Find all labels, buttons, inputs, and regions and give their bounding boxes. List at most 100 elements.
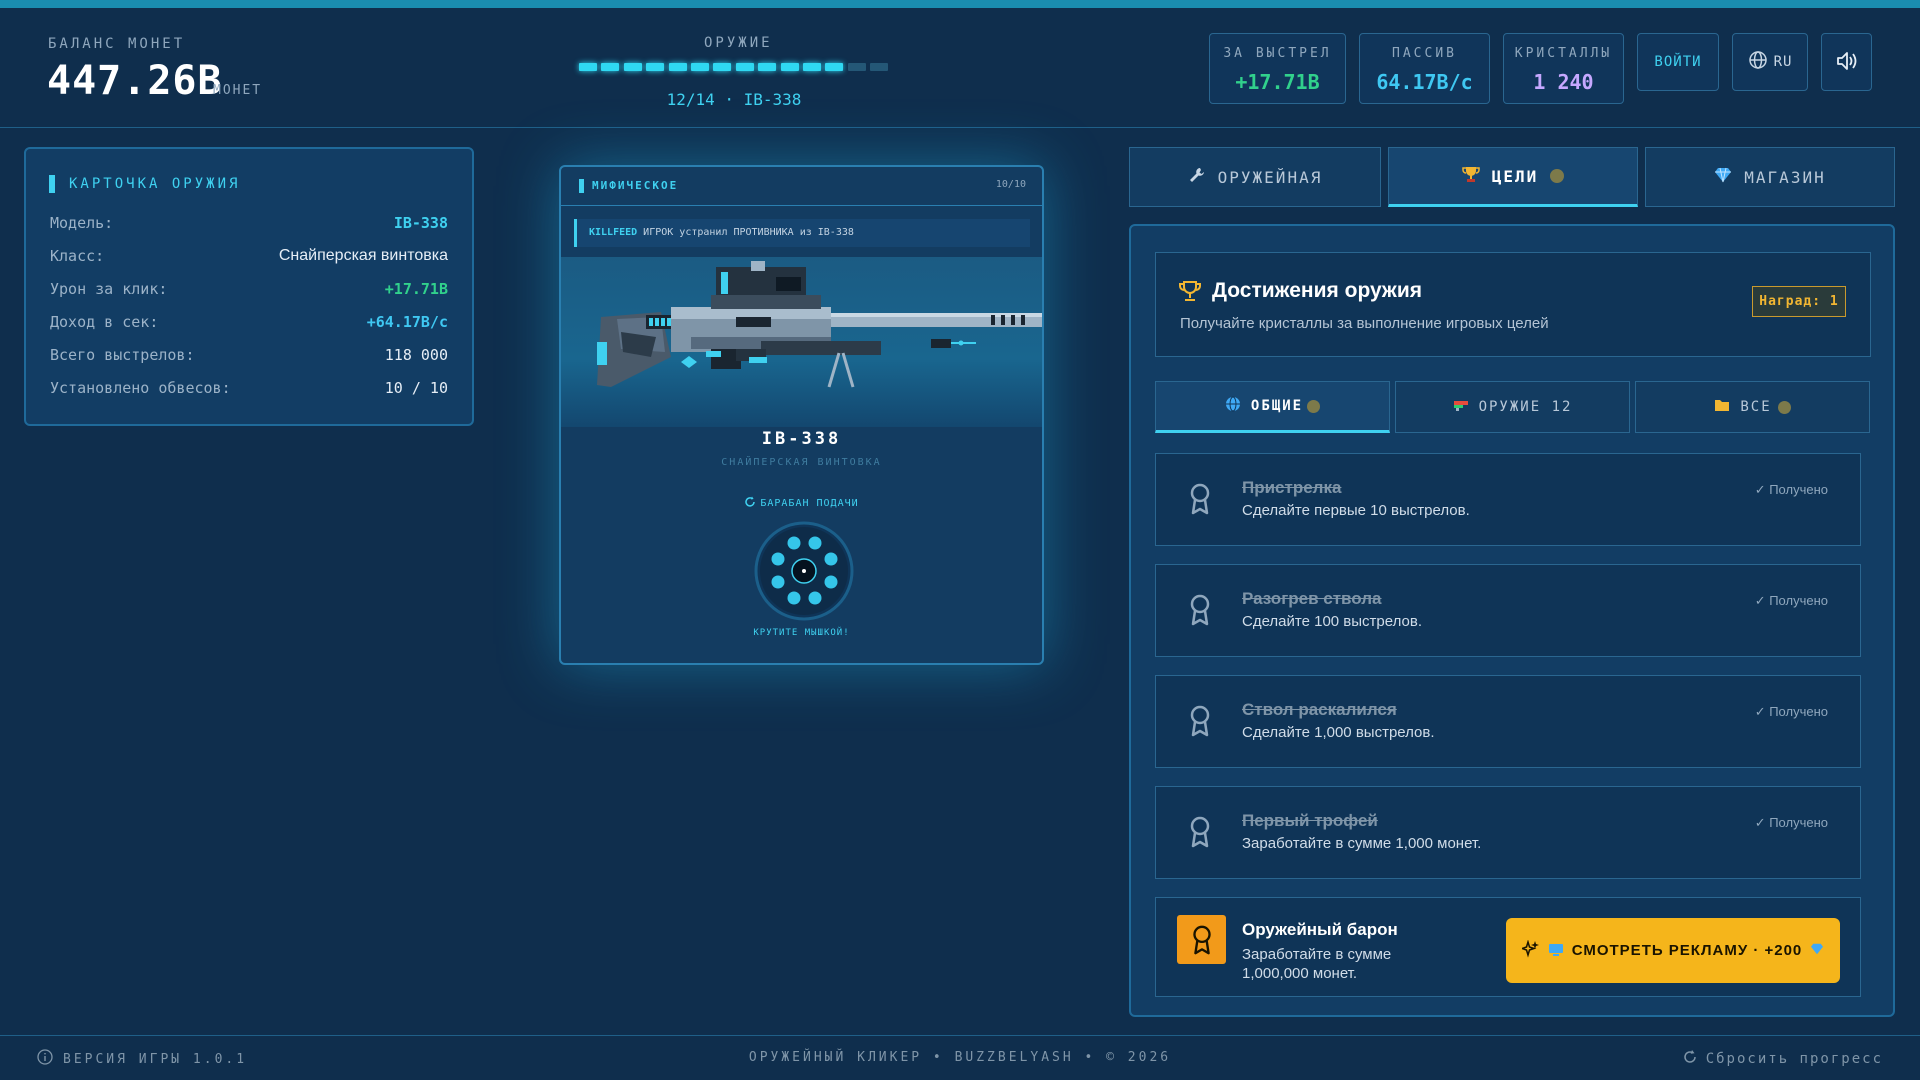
language-label: RU bbox=[1773, 54, 1793, 70]
notification-dot bbox=[1550, 169, 1565, 183]
progress-segment bbox=[803, 63, 821, 71]
subtab-general[interactable]: ОБЩИЕ bbox=[1155, 381, 1390, 433]
login-button[interactable]: ВОЙТИ bbox=[1637, 33, 1719, 91]
achievement-desc: Заработайте в сумме 1,000 монет. bbox=[1242, 835, 1482, 852]
achievement-item-locked: Оружейный барон Заработайте в сумме 1,00… bbox=[1155, 897, 1861, 997]
card-row-value: 10 / 10 bbox=[384, 379, 448, 397]
reset-label: Сбросить прогресс bbox=[1705, 1051, 1883, 1067]
stat-value: 1 240 bbox=[1533, 70, 1594, 94]
achievement-desc: Сделайте 100 выстрелов. bbox=[1242, 613, 1423, 630]
card-row-income: Доход в сек: +64.17B/с bbox=[50, 313, 448, 335]
trophy-icon bbox=[1461, 165, 1480, 187]
progress-segment bbox=[735, 63, 754, 71]
stat-label: ЗА ВЫСТРЕЛ bbox=[1223, 46, 1332, 61]
globe-icon bbox=[1748, 50, 1768, 74]
balance-label: БАЛАНС МОНЕТ bbox=[48, 36, 186, 52]
footer: ВЕРСИЯ ИГРЫ 1.0.1 ОРУЖЕЙНЫЙ КЛИКЕР • BUZ… bbox=[0, 1035, 1920, 1080]
check-icon: ✓ bbox=[1754, 815, 1770, 830]
gun-icon bbox=[1453, 399, 1469, 415]
card-row-key: Урон за клик: bbox=[50, 280, 168, 298]
sniper-rifle-icon bbox=[597, 261, 1042, 388]
card-row-key: Установлено обвесов: bbox=[50, 379, 231, 397]
watch-ad-label: СМОТРЕТЬ РЕКЛАМУ · +200 bbox=[1571, 942, 1803, 959]
check-icon: ✓ bbox=[1754, 482, 1770, 497]
progress-segment bbox=[758, 63, 777, 71]
stat-label: ПАССИВ bbox=[1392, 46, 1457, 61]
card-row-attachments: Установлено обвесов: 10 / 10 bbox=[50, 379, 448, 401]
achievement-title: Ствол раскалился bbox=[1242, 700, 1397, 719]
achievement-desc: Заработайте в сумме 1,000,000 монет. bbox=[1242, 946, 1392, 982]
divider bbox=[561, 205, 1042, 206]
check-icon: ✓ bbox=[1754, 593, 1770, 608]
folder-icon bbox=[1714, 398, 1730, 416]
achievement-status: ✓ Получено bbox=[1754, 482, 1828, 497]
weapon-class: СНАЙПЕРСКАЯ ВИНТОВКА bbox=[721, 457, 882, 468]
globe-icon bbox=[1225, 396, 1241, 416]
trophy-icon bbox=[1178, 279, 1202, 308]
achievement-title: Первый трофей bbox=[1242, 811, 1378, 830]
stat-label: КРИСТАЛЛЫ bbox=[1514, 46, 1613, 61]
balance-value: 447.26B bbox=[47, 58, 223, 104]
card-title: КАРТОЧКА ОРУЖИЯ bbox=[49, 175, 240, 193]
subtab-label: ОБЩИЕ bbox=[1250, 398, 1304, 414]
reset-progress-button[interactable]: Сбросить прогресс bbox=[1682, 1049, 1883, 1069]
tab-label: МАГАЗИН bbox=[1744, 167, 1826, 187]
stat-per-shot: ЗА ВЫСТРЕЛ +17.71B bbox=[1209, 33, 1346, 104]
achievement-desc: Сделайте 1,000 выстрелов. bbox=[1242, 724, 1435, 741]
reward-badge: Наград: 1 bbox=[1752, 286, 1846, 317]
sparkle-icon bbox=[1519, 938, 1540, 962]
watch-ad-button[interactable]: СМОТРЕТЬ РЕКЛАМУ · +200 bbox=[1506, 918, 1840, 983]
login-label: ВОЙТИ bbox=[1654, 54, 1702, 70]
weapon-counter: 12/14 · IB-338 bbox=[666, 90, 802, 109]
progress-segment bbox=[870, 63, 889, 71]
progress-segment bbox=[780, 63, 799, 71]
tab-goals[interactable]: ЦЕЛИ bbox=[1388, 147, 1638, 207]
achievement-status: ✓ Получено bbox=[1754, 704, 1828, 719]
tab-shop[interactable]: МАГАЗИН bbox=[1645, 147, 1895, 207]
card-row-key: Доход в сек: bbox=[50, 313, 159, 331]
achievement-status: ✓ Получено bbox=[1754, 593, 1828, 608]
drum-label: БАРАБАН ПОДАЧИ bbox=[561, 496, 1042, 511]
tab-armory[interactable]: ОРУЖЕЙНАЯ bbox=[1129, 147, 1381, 207]
stat-value: +17.71B bbox=[1235, 70, 1320, 94]
tv-icon bbox=[1548, 942, 1564, 960]
gem-icon bbox=[1810, 942, 1824, 959]
achievement-item: Пристрелка Сделайте первые 10 выстрелов.… bbox=[1155, 453, 1861, 546]
achievement-title: Оружейный барон bbox=[1242, 920, 1398, 939]
card-row-damage: Урон за клик: +17.71B bbox=[50, 280, 448, 302]
gun-stage[interactable] bbox=[561, 257, 1042, 427]
header: БАЛАНС МОНЕТ 447.26B МОНЕТ ОРУЖИЕ 12/14 … bbox=[0, 8, 1920, 128]
achievement-status: ✓ Получено bbox=[1754, 815, 1828, 830]
subtab-weapon[interactable]: ОРУЖИЕ 12 bbox=[1395, 381, 1630, 433]
rarity-label: МИФИЧЕСКОЕ bbox=[579, 179, 678, 193]
language-button[interactable]: RU bbox=[1732, 33, 1808, 91]
tab-label: ЦЕЛИ bbox=[1491, 166, 1539, 186]
achievement-title: Пристрелка bbox=[1242, 478, 1342, 497]
medal-icon bbox=[1188, 815, 1212, 849]
medal-icon bbox=[1188, 704, 1212, 738]
card-row-key: Всего выстрелов: bbox=[50, 346, 195, 364]
progress-segment bbox=[579, 63, 597, 71]
progress-segment bbox=[623, 63, 642, 71]
subtab-all[interactable]: ВСЕ bbox=[1635, 381, 1870, 433]
achievement-item: Разогрев ствола Сделайте 100 выстрелов. … bbox=[1155, 564, 1861, 657]
subtab-label: ВСЕ bbox=[1740, 399, 1772, 415]
achievements-title: Достижения оружия bbox=[1212, 279, 1422, 302]
card-row-key: Модель: bbox=[50, 214, 114, 232]
stat-crystals: КРИСТАЛЛЫ 1 240 bbox=[1503, 33, 1624, 104]
speaker-icon bbox=[1835, 50, 1859, 75]
refresh-icon bbox=[1682, 1049, 1698, 1069]
weapon-progress-bar bbox=[579, 63, 891, 75]
sound-toggle-button[interactable] bbox=[1821, 33, 1872, 91]
ammo-drum[interactable] bbox=[754, 521, 854, 621]
weapon-display-panel[interactable]: МИФИЧЕСКОЕ 10/10 KILLFEED ИГРОК устранил … bbox=[559, 165, 1044, 665]
notification-dot bbox=[1307, 399, 1321, 413]
upgrade-level: 10/10 bbox=[995, 179, 1026, 190]
refresh-icon bbox=[744, 496, 756, 511]
stat-passive: ПАССИВ 64.17B/с bbox=[1359, 33, 1490, 104]
card-row-value: Снайперская винтовка bbox=[278, 247, 448, 264]
weapon-name: IB-338 bbox=[761, 429, 842, 449]
achievements-subtitle: Получайте кристаллы за выполнение игровы… bbox=[1180, 315, 1549, 332]
card-row-value: +17.71B bbox=[384, 280, 448, 298]
stat-value: 64.17B/с bbox=[1376, 70, 1473, 94]
